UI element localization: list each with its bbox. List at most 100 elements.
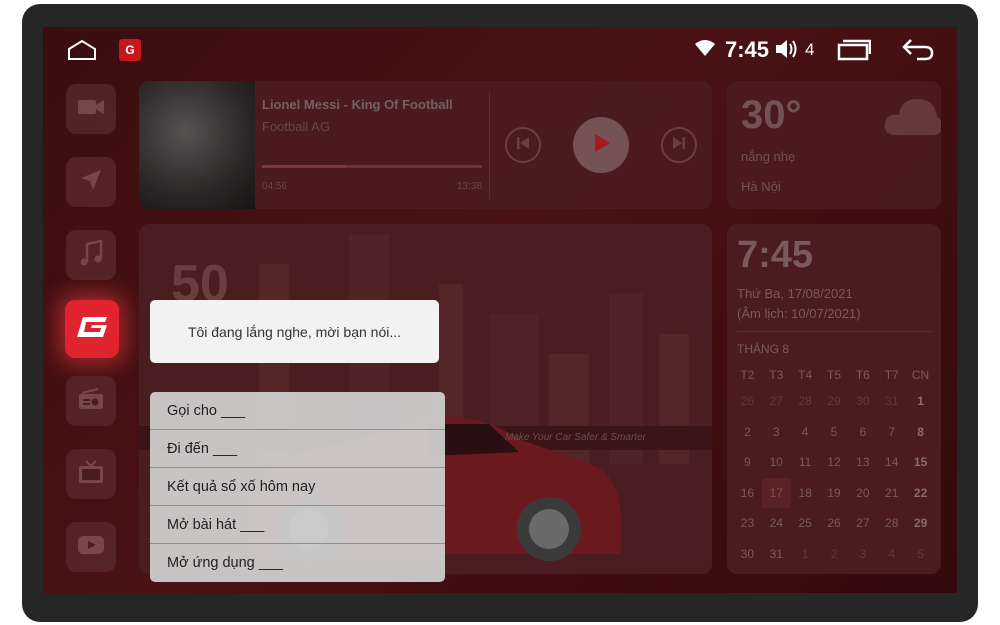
dock-voice-assistant-button[interactable] xyxy=(65,300,119,358)
calendar-day[interactable]: 5 xyxy=(906,539,935,570)
recent-apps-icon[interactable] xyxy=(837,39,872,66)
calendar-day[interactable]: 30 xyxy=(733,539,762,570)
calendar-day[interactable]: 20 xyxy=(848,478,877,509)
calendar-day[interactable]: 3 xyxy=(762,417,791,448)
calendar-weekday: T2 xyxy=(740,368,755,382)
calendar-day[interactable]: 31 xyxy=(877,386,906,417)
weather-description: nắng nhẹ xyxy=(741,149,796,164)
clock-calendar-card[interactable]: 7:45 Thứ Ba, 17/08/2021 (Âm lịch: 10/07/… xyxy=(727,224,941,574)
music-divider xyxy=(489,91,490,199)
calendar-day[interactable]: 26 xyxy=(820,508,849,539)
calendar-day[interactable]: 16 xyxy=(733,478,762,509)
calendar-day[interactable]: 9 xyxy=(733,447,762,478)
cloud-icon xyxy=(883,85,941,150)
calendar-day[interactable]: 29 xyxy=(906,508,935,539)
calendar-day[interactable]: 4 xyxy=(877,539,906,570)
home-icon[interactable] xyxy=(67,39,97,66)
status-clock: 7:45 xyxy=(725,37,770,62)
calendar-day[interactable]: 8 xyxy=(906,417,935,448)
calendar-weekday: T6 xyxy=(855,368,870,382)
calendar-day[interactable]: 17 xyxy=(761,477,791,508)
dock-radio-button[interactable] xyxy=(66,376,116,426)
calendar-day[interactable]: 26 xyxy=(733,386,762,417)
calendar-day[interactable]: 14 xyxy=(877,447,906,478)
calendar-day[interactable]: 27 xyxy=(762,386,791,417)
calendar-divider xyxy=(737,331,931,332)
track-duration: 13:38 xyxy=(457,181,483,192)
dock-music-button[interactable] xyxy=(66,230,116,280)
suggestion-item[interactable]: Mở bài hát ___ xyxy=(150,506,445,544)
calendar-day[interactable]: 31 xyxy=(762,539,791,570)
volume-level: 4 xyxy=(805,40,815,59)
calendar-clock: 7:45 xyxy=(737,234,814,276)
calendar-day[interactable]: 30 xyxy=(848,386,877,417)
calendar-lunar-date: (Âm lịch: 10/07/2021) xyxy=(737,306,861,321)
play-button[interactable] xyxy=(573,117,629,173)
calendar-day[interactable]: 19 xyxy=(820,478,849,509)
calendar-day[interactable]: 13 xyxy=(848,447,877,478)
calendar-day[interactable]: 28 xyxy=(877,508,906,539)
brand-g-icon xyxy=(76,316,108,343)
calendar-weekday: T7 xyxy=(884,368,899,382)
album-art xyxy=(139,81,255,209)
skip-previous-icon xyxy=(515,135,531,156)
calendar-day[interactable]: 27 xyxy=(848,508,877,539)
calendar-day[interactable]: 25 xyxy=(791,508,820,539)
suggestion-item[interactable]: Kết quả sổ xố hôm nay xyxy=(150,468,445,506)
skip-next-icon xyxy=(671,135,687,156)
video-camera-icon xyxy=(77,97,105,122)
track-progress-bar[interactable] xyxy=(262,165,482,168)
calendar-day[interactable]: 7 xyxy=(877,417,906,448)
radio-icon xyxy=(78,387,104,415)
calendar-day[interactable]: 15 xyxy=(906,447,935,478)
dock-tv-button[interactable] xyxy=(66,449,116,499)
calendar-day[interactable]: 2 xyxy=(820,539,849,570)
suggestion-item[interactable]: Đi đến ___ xyxy=(150,430,445,468)
music-note-icon xyxy=(79,238,103,271)
next-track-button[interactable] xyxy=(661,127,697,163)
previous-track-button[interactable] xyxy=(505,127,541,163)
track-progress-fill xyxy=(262,165,346,168)
music-player-card[interactable]: Lionel Messi - King Of Football Football… xyxy=(139,81,712,209)
calendar-day[interactable]: 28 xyxy=(791,386,820,417)
calendar-day[interactable]: 24 xyxy=(762,508,791,539)
calendar-weekday: T5 xyxy=(826,368,841,382)
calendar-date: Thứ Ba, 17/08/2021 xyxy=(737,286,853,301)
navigation-arrow-icon xyxy=(79,168,103,197)
calendar-day[interactable]: 23 xyxy=(733,508,762,539)
track-artist: Football AG xyxy=(262,119,330,134)
volume-icon[interactable] xyxy=(774,38,800,65)
calendar-day[interactable]: 3 xyxy=(848,539,877,570)
calendar-day[interactable]: 18 xyxy=(791,478,820,509)
calendar-day[interactable]: 5 xyxy=(820,417,849,448)
weather-city: Hà Nội xyxy=(741,179,781,194)
calendar-day[interactable]: 29 xyxy=(820,386,849,417)
dock-camera-button[interactable] xyxy=(66,84,116,134)
brand-logo-icon[interactable]: G xyxy=(119,39,141,61)
dock-youtube-button[interactable] xyxy=(66,522,116,572)
calendar-day[interactable]: 4 xyxy=(791,417,820,448)
weather-card[interactable]: 30° nắng nhẹ Hà Nội xyxy=(727,81,941,209)
calendar-day[interactable]: 10 xyxy=(762,447,791,478)
calendar-day[interactable]: 2 xyxy=(733,417,762,448)
calendar-grid: T2 T3 T4 T5 T6 T7 CN 26 27 28 29 30 31 1 2 3 4 5 6 7 8 9 10 11 1… xyxy=(733,364,935,569)
calendar-day[interactable]: 12 xyxy=(820,447,849,478)
calendar-day[interactable]: 6 xyxy=(848,417,877,448)
calendar-day[interactable]: 11 xyxy=(791,447,820,478)
calendar-day[interactable]: 1 xyxy=(791,539,820,570)
calendar-day[interactable]: 1 xyxy=(906,386,935,417)
suggestion-item[interactable]: Mở ứng dụng ___ xyxy=(150,544,445,582)
track-title: Lionel Messi - King Of Football xyxy=(262,97,453,112)
wifi-icon xyxy=(694,39,716,62)
voice-listening-prompt: Tôi đang lắng nghe, mời bạn nói... xyxy=(150,300,439,363)
voice-suggestion-list: Gọi cho ___ Đi đến ___ Kết quả sổ xố hôm… xyxy=(150,392,445,582)
calendar-day[interactable]: 22 xyxy=(906,478,935,509)
back-icon[interactable] xyxy=(901,37,935,66)
suggestion-item[interactable]: Gọi cho ___ xyxy=(150,392,445,430)
status-bar: G 7:45 4 xyxy=(43,27,957,73)
dock-navigation-button[interactable] xyxy=(66,157,116,207)
track-elapsed: 04:56 xyxy=(262,181,288,192)
weather-temperature: 30° xyxy=(741,93,802,137)
calendar-day[interactable]: 21 xyxy=(877,478,906,509)
calendar-month: THÁNG 8 xyxy=(737,342,790,356)
